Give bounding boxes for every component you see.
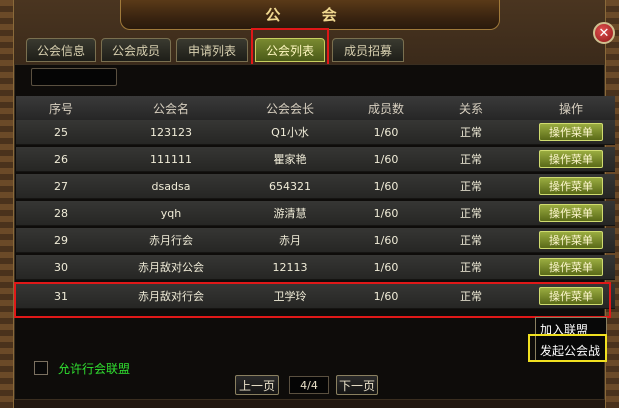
- cell-relation: 正常: [460, 290, 482, 303]
- header-action: 操作: [558, 101, 583, 116]
- cell-guild-name: 赤月敌对公会: [138, 261, 204, 274]
- cell-members: 1/60: [373, 206, 399, 220]
- cell-leader: 瞿家艳: [273, 153, 307, 166]
- cell-action: 操作菜单: [536, 255, 606, 279]
- cell-action: 操作菜单: [536, 201, 606, 225]
- cell-id: 28: [54, 206, 68, 220]
- cell-id: 27: [54, 179, 68, 193]
- header-relation: 关系: [458, 101, 483, 116]
- cell-guild-name: 111111: [150, 152, 192, 166]
- cell-guild-name: 123123: [150, 125, 192, 139]
- action-menu-button[interactable]: 操作菜单: [539, 287, 603, 305]
- cell-action: 操作菜单: [536, 284, 606, 308]
- cell-leader: 12113: [272, 260, 308, 274]
- frame-border-left: [0, 0, 14, 408]
- header-member-count: 成员数: [367, 101, 404, 116]
- table-row: 25 123123 Q1小水 1/60 正常 操作菜单: [16, 120, 615, 145]
- prev-page-button[interactable]: 上一页: [235, 375, 279, 395]
- tab-bar: 公会信息 公会成员 申请列表 公会列表 成员招募: [14, 34, 605, 64]
- search-input[interactable]: [31, 68, 117, 86]
- table-row: 26 111111 瞿家艳 1/60 正常 操作菜单: [16, 147, 615, 172]
- cell-leader: Q1小水: [271, 126, 309, 139]
- menu-item-declare-guild-war[interactable]: 发起公会战: [536, 340, 606, 360]
- header-guild-leader: 公会会长: [265, 101, 314, 116]
- cell-id: 30: [54, 260, 68, 274]
- cell-relation: 正常: [460, 207, 482, 220]
- action-menu-button[interactable]: 操作菜单: [539, 123, 603, 141]
- tab-recruit[interactable]: 成员招募: [332, 38, 404, 62]
- action-menu-button[interactable]: 操作菜单: [539, 231, 603, 249]
- table-row: 30 赤月敌对公会 12113 1/60 正常 操作菜单: [16, 255, 615, 280]
- tab-applications[interactable]: 申请列表: [176, 38, 248, 62]
- cell-relation: 正常: [460, 126, 482, 139]
- cell-leader: 卫学玲: [273, 290, 307, 303]
- cell-members: 1/60: [373, 260, 399, 274]
- allow-alliance-checkbox[interactable]: [34, 361, 48, 375]
- allow-alliance-label: 允许行会联盟: [58, 362, 131, 376]
- page-indicator: 4/4: [289, 376, 329, 394]
- cell-id: 26: [54, 152, 68, 166]
- guild-window: 公 会 ✕ 公会信息 公会成员 申请列表 公会列表 成员招募 序号 公会名 公会…: [0, 0, 619, 408]
- cell-guild-name: yqh: [160, 206, 182, 220]
- cell-action: 操作菜单: [536, 147, 606, 171]
- tab-guild-members[interactable]: 公会成员: [101, 38, 171, 62]
- action-menu-button[interactable]: 操作菜单: [539, 177, 603, 195]
- table-row: 27 dsadsa 654321 1/60 正常 操作菜单: [16, 174, 615, 199]
- next-page-button[interactable]: 下一页: [336, 375, 378, 395]
- menu-item-join-alliance[interactable]: 加入联盟: [536, 319, 606, 339]
- cell-id: 25: [54, 125, 68, 139]
- cell-guild-name: 赤月敌对行会: [138, 290, 204, 303]
- cell-relation: 正常: [460, 261, 482, 274]
- table-row: 28 yqh 游清慧 1/60 正常 操作菜单: [16, 201, 615, 226]
- cell-id: 31: [54, 289, 68, 303]
- cell-guild-name: 赤月行会: [149, 234, 193, 247]
- action-popup-menu: 加入联盟 发起公会战: [535, 317, 607, 361]
- cell-id: 29: [54, 233, 68, 247]
- cell-members: 1/60: [373, 125, 399, 139]
- title-bar: 公 会: [120, 0, 500, 30]
- cell-action: 操作菜单: [536, 228, 606, 252]
- cell-relation: 正常: [460, 153, 482, 166]
- cell-members: 1/60: [373, 152, 399, 166]
- table-row: 29 赤月行会 赤月 1/60 正常 操作菜单: [16, 228, 615, 253]
- cell-leader: 游清慧: [273, 207, 307, 220]
- table-row-selected: 31 赤月敌对行会 卫学玲 1/60 正常 操作菜单: [16, 284, 615, 309]
- cell-leader: 654321: [269, 179, 311, 193]
- header-guild-name: 公会名: [152, 101, 189, 116]
- action-menu-button[interactable]: 操作菜单: [539, 258, 603, 276]
- cell-relation: 正常: [460, 180, 482, 193]
- cell-guild-name: dsadsa: [151, 179, 191, 193]
- cell-action: 操作菜单: [536, 174, 606, 198]
- header-id: 序号: [48, 101, 73, 116]
- cell-members: 1/60: [373, 233, 399, 247]
- action-menu-button[interactable]: 操作菜单: [539, 150, 603, 168]
- tab-guild-info[interactable]: 公会信息: [26, 38, 96, 62]
- cell-relation: 正常: [460, 234, 482, 247]
- cell-leader: 赤月: [279, 234, 301, 247]
- action-menu-button[interactable]: 操作菜单: [539, 204, 603, 222]
- cell-members: 1/60: [373, 179, 399, 193]
- table-header: 序号 公会名 公会会长 成员数 关系 操作: [16, 96, 615, 120]
- cell-members: 1/60: [373, 289, 399, 303]
- window-title: 公 会: [265, 6, 355, 24]
- tab-guild-list[interactable]: 公会列表: [255, 38, 325, 62]
- cell-action: 操作菜单: [536, 120, 606, 144]
